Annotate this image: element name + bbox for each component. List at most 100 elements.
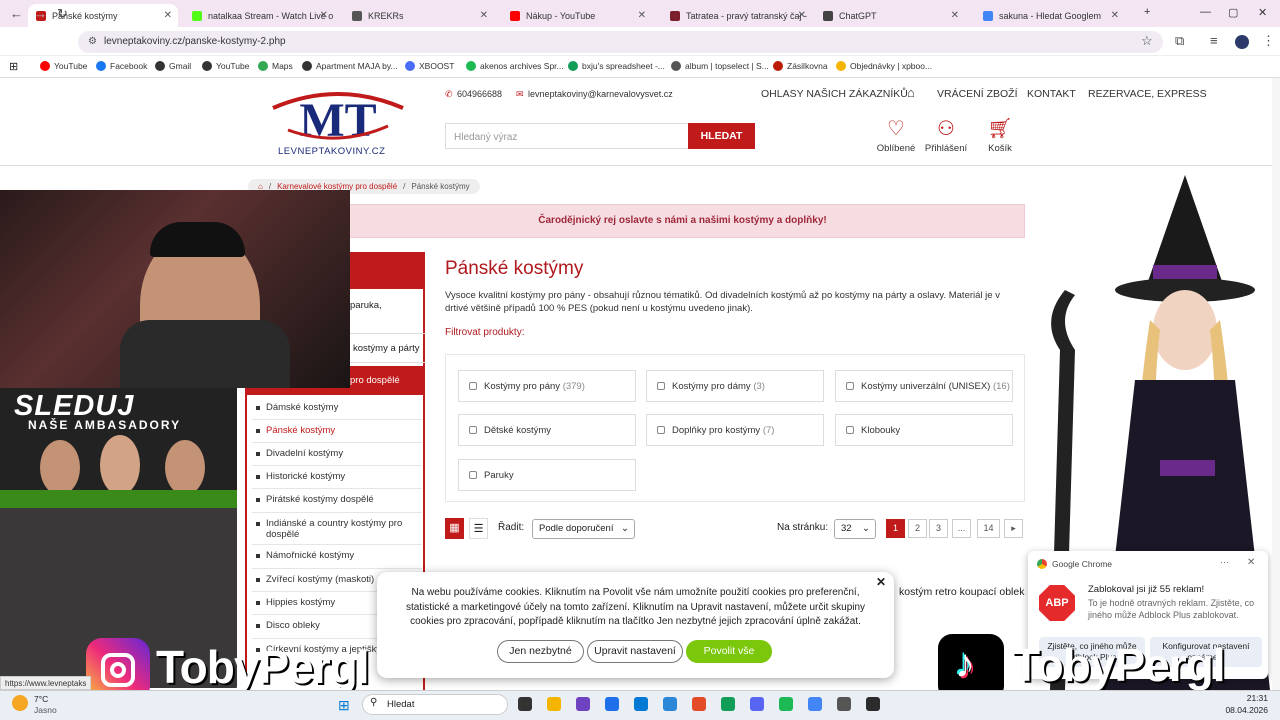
page-button[interactable]: ...	[952, 519, 971, 538]
taskbar-app-icon[interactable]	[750, 697, 764, 711]
taskbar-app-icon[interactable]	[605, 697, 619, 711]
close-icon[interactable]: ✕	[876, 575, 886, 589]
taskbar-app-icon[interactable]	[808, 697, 822, 711]
taskbar-app-icon[interactable]	[692, 697, 706, 711]
close-icon[interactable]: ✕	[798, 10, 806, 21]
browser-tab[interactable]: Tatratea - pravý tatranský čaj - ✕	[662, 4, 812, 27]
browser-tab[interactable]: Pánské kostýmy ✕	[28, 4, 178, 27]
back-icon[interactable]: ←	[10, 6, 23, 21]
bookmark-star-icon[interactable]: ☆	[1141, 33, 1153, 49]
bookmark-item[interactable]: Zásilkovna	[773, 61, 828, 71]
sidebar-item[interactable]: Indiánské a country kostýmy pro dospělé	[266, 518, 416, 540]
browser-tab[interactable]: ChatGPT ✕	[815, 4, 965, 27]
taskbar-app-icon[interactable]	[634, 697, 648, 711]
checkbox[interactable]	[846, 382, 854, 390]
search-button[interactable]: HLEDAT	[688, 123, 755, 149]
sidebar-item[interactable]: Námořnické kostýmy	[266, 550, 416, 561]
extensions-icon[interactable]: ⧉	[1175, 33, 1184, 49]
taskbar-app-icon[interactable]	[837, 697, 851, 711]
taskbar-app-icon[interactable]	[663, 697, 677, 711]
sidebar-item[interactable]: Divadelní kostýmy	[266, 448, 416, 459]
list-view-button[interactable]: ☰	[469, 518, 488, 539]
taskbar-app-icon[interactable]	[779, 697, 793, 711]
filter-option[interactable]: Doplňky pro kostýmy (7)	[646, 414, 824, 446]
browser-tab[interactable]: Nákup - YouTube ✕	[502, 4, 652, 27]
sidebar-item[interactable]: Pirátské kostýmy dospělé	[266, 494, 416, 505]
close-icon[interactable]: ✕	[1111, 10, 1119, 21]
favorites-link[interactable]: ♡ Oblíbené	[871, 115, 921, 154]
more-icon[interactable]: ···	[1220, 557, 1229, 567]
filter-option[interactable]: Kostýmy univerzální (UNISEX) (16)	[835, 370, 1013, 402]
scrollbar[interactable]	[1272, 78, 1280, 690]
bookmark-item[interactable]: YouTube	[40, 61, 87, 71]
bookmark-item[interactable]: album | topselect | S...	[671, 61, 769, 71]
allow-all-button[interactable]: Povolit vše	[686, 640, 772, 663]
nav-reviews[interactable]: OHLASY NAŠICH ZÁKAZNÍKŮ	[761, 88, 908, 100]
nav-returns[interactable]: VRÁCENÍ ZBOŽÍ	[937, 88, 1018, 100]
sidebar-item[interactable]: Pánské kostýmy	[266, 425, 416, 436]
site-info-icon[interactable]: ⚙	[88, 36, 97, 47]
close-icon[interactable]: ✕	[164, 10, 172, 21]
filter-option[interactable]: Dětské kostýmy	[458, 414, 636, 446]
browser-tab[interactable]: sakuna - Hledat Googlem ✕	[975, 4, 1125, 27]
menu-icon[interactable]: ⋮	[1262, 33, 1275, 49]
reload-icon[interactable]: ↻	[57, 6, 68, 22]
checkbox[interactable]	[469, 471, 477, 479]
sidebar-item[interactable]: Historické kostýmy	[266, 471, 416, 482]
close-icon[interactable]: ✕	[1247, 557, 1255, 568]
filter-option[interactable]: Kostýmy pro pány (379)	[458, 370, 636, 402]
grid-view-button[interactable]: ▦	[445, 518, 464, 539]
profile-avatar[interactable]	[1235, 35, 1249, 49]
browser-tab[interactable]: natalkaa Stream - Watch Live o ✕	[184, 4, 334, 27]
filter-option[interactable]: Kostýmy pro dámy (3)	[646, 370, 824, 402]
close-window-button[interactable]: ✕	[1258, 6, 1267, 19]
settings-button[interactable]: Upravit nastavení	[587, 640, 683, 663]
taskbar-app-icon[interactable]	[866, 697, 880, 711]
bookmark-item[interactable]: Maps	[258, 61, 293, 71]
close-icon[interactable]: ✕	[480, 10, 488, 21]
promo-banner[interactable]: Čarodějnický rej oslavte s námi a našimi…	[340, 204, 1025, 238]
bookmark-item[interactable]: Facebook	[96, 61, 147, 71]
login-link[interactable]: ⚇ Přihlášení	[921, 115, 971, 154]
apps-grid-icon[interactable]: ⊞	[9, 60, 18, 73]
filter-option[interactable]: Paruky	[458, 459, 636, 491]
bookmark-item[interactable]: Objednávky | xpboo...	[836, 61, 932, 71]
checkbox[interactable]	[657, 382, 665, 390]
maximize-button[interactable]: ▢	[1228, 6, 1238, 19]
necessary-only-button[interactable]: Jen nezbytné	[497, 640, 584, 663]
close-icon[interactable]: ✕	[320, 10, 328, 21]
bookmark-item[interactable]: akenos archives Spr...	[466, 61, 564, 71]
windows-start-icon[interactable]: ⊞	[338, 697, 350, 714]
sidebar-item[interactable]: Dámské kostýmy	[266, 402, 416, 413]
taskbar-app-icon[interactable]	[518, 697, 532, 711]
minimize-button[interactable]: —	[1200, 6, 1211, 18]
search-input[interactable]: Hledaný výraz	[445, 123, 689, 149]
product-title-partial[interactable]: kostým retro koupací oblek	[899, 586, 1024, 598]
sidebar-partial-party[interactable]: kostýmy a párty	[353, 343, 420, 354]
checkbox[interactable]	[469, 426, 477, 434]
page-button[interactable]: 3	[929, 519, 948, 538]
per-page-select[interactable]: 32 ⌄	[834, 519, 876, 539]
email-address[interactable]: levneptakoviny@karnevalovysvet.cz	[528, 89, 673, 99]
checkbox[interactable]	[846, 426, 854, 434]
browser-tab[interactable]: KREKRs ✕	[344, 4, 494, 27]
bookmark-item[interactable]: XBOOST	[405, 61, 454, 71]
page-button[interactable]: 1	[886, 519, 905, 538]
reading-list-icon[interactable]: ≡	[1210, 33, 1218, 48]
new-tab-button[interactable]: +	[1144, 6, 1150, 18]
taskbar-app-icon[interactable]	[576, 697, 590, 711]
forward-icon[interactable]: →	[34, 6, 47, 21]
bookmark-item[interactable]: Apartment MAJA by...	[302, 61, 398, 71]
nav-reservation[interactable]: REZERVACE, EXPRESS	[1088, 88, 1207, 100]
nav-contact[interactable]: KONTAKT	[1027, 88, 1076, 100]
close-icon[interactable]: ✕	[951, 10, 959, 21]
checkbox[interactable]	[657, 426, 665, 434]
bookmark-item[interactable]: bxju's spreadsheet -...	[568, 61, 665, 71]
sidebar-adult-costumes[interactable]: pro dospělé	[350, 375, 400, 386]
filter-option[interactable]: Klobouky	[835, 414, 1013, 446]
sort-select[interactable]: Podle doporučení ⌄	[532, 519, 635, 539]
sidebar-partial-wigs[interactable]: paruka,	[350, 300, 382, 311]
next-page-button[interactable]: ▸	[1004, 519, 1023, 538]
weather-icon[interactable]	[12, 695, 28, 711]
taskbar-search[interactable]: Hledat	[362, 694, 508, 715]
